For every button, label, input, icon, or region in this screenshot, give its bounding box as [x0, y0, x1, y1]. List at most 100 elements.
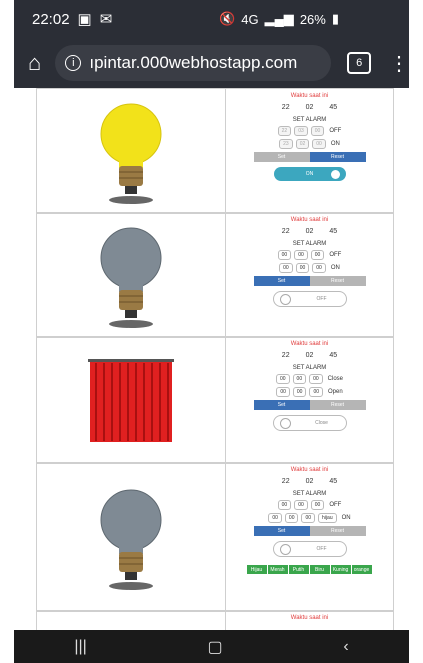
- battery-percent: 26%: [299, 11, 326, 27]
- set-alarm-label: SET ALARM: [292, 241, 327, 247]
- off-second-select[interactable]: 00: [310, 500, 325, 510]
- on-time-row: 00 00 00 ON: [279, 263, 340, 273]
- network-label: 4G: [241, 11, 259, 27]
- set-alarm-label: SET ALARM: [292, 365, 327, 371]
- on-minute-select[interactable]: 00: [284, 513, 299, 523]
- page-content: Waktu saat ini 22 02 45 SET ALARM 22 03 …: [14, 88, 409, 630]
- close-minute-select[interactable]: 00: [292, 374, 307, 384]
- open-second-select[interactable]: 00: [309, 387, 323, 397]
- color-select[interactable]: hijau: [318, 513, 337, 523]
- on-hour-select[interactable]: 00: [279, 263, 293, 273]
- alarm-controls: Waktu saat ini 22 02 45 SET ALARM 22 03 …: [226, 89, 393, 213]
- on-second-select[interactable]: 00: [301, 513, 316, 523]
- current-time-label: Waktu saat ini: [290, 217, 329, 223]
- mute-icon: 🔇: [219, 11, 236, 26]
- set-button[interactable]: Set: [253, 276, 310, 286]
- alarm-controls: Waktu saat ini 22 02 45 SET ALARM 00 00 …: [226, 213, 393, 337]
- on-hour-select[interactable]: 00: [268, 513, 282, 523]
- off-time-row: 22 03 00 OFF: [277, 126, 341, 136]
- on-hour-select[interactable]: 23: [279, 139, 293, 149]
- on-second-select[interactable]: 00: [312, 139, 326, 149]
- status-bar: 22:02 ▣ ✉ 🔇 4G ▂▄▆ 26% ▮: [14, 0, 409, 38]
- current-time-label: Waktu saat ini: [290, 615, 329, 621]
- tabs-button[interactable]: 6: [347, 52, 372, 74]
- power-toggle[interactable]: OFF: [272, 541, 347, 557]
- info-icon[interactable]: i: [65, 55, 82, 71]
- recent-apps-icon[interactable]: |||: [74, 638, 86, 656]
- off-hour-select[interactable]: 22: [277, 126, 292, 136]
- off-minute-select[interactable]: 00: [294, 250, 308, 260]
- on-second-select[interactable]: 00: [312, 263, 326, 273]
- current-time-label: Waktu saat ini: [290, 341, 329, 347]
- power-toggle[interactable]: ON: [273, 167, 346, 181]
- home-icon[interactable]: ⌂: [14, 50, 55, 76]
- right-margin: [409, 0, 423, 663]
- curtain-toggle[interactable]: Close: [272, 415, 347, 431]
- menu-dots-icon[interactable]: ⋮: [389, 51, 409, 76]
- set-alarm-label: SET ALARM: [292, 117, 327, 123]
- browser-toolbar: ⌂ i ıpintar.000webhostapp.com 6 ⋮: [14, 38, 409, 88]
- off-time-row: 00 00 00 OFF: [277, 500, 341, 510]
- reset-button[interactable]: Reset: [309, 152, 366, 162]
- device-row-curtain: Waktu saat ini 22 02 45 SET ALARM 00 00 …: [36, 336, 394, 464]
- current-time-label: Waktu saat ini: [290, 467, 329, 473]
- gallery-icon: ▣: [77, 11, 92, 28]
- close-time-row: 00 00 00 Close: [275, 374, 343, 384]
- current-clock: 22 02 45: [281, 352, 338, 359]
- off-second-select[interactable]: 00: [310, 250, 325, 260]
- off-hour-select[interactable]: 00: [277, 250, 292, 260]
- off-minute-select[interactable]: 03: [294, 126, 308, 136]
- current-time-label: Waktu saat ini: [290, 93, 329, 99]
- color-biru-button[interactable]: Biru: [309, 565, 331, 574]
- off-hour-select[interactable]: 00: [277, 500, 292, 510]
- alarm-controls: Waktu saat ini 22 02 45 SET ALARM 00 00 …: [226, 463, 393, 611]
- back-icon[interactable]: ‹: [343, 638, 348, 656]
- open-hour-select[interactable]: 00: [276, 387, 290, 397]
- device-row-lamp-2: Waktu saat ini 22 02 45 SET ALARM 00 00 …: [36, 212, 394, 338]
- on-minute-select[interactable]: 00: [295, 263, 310, 273]
- lamp-off-image: [37, 463, 226, 611]
- reset-button[interactable]: Reset: [309, 400, 366, 410]
- off-second-select[interactable]: 00: [310, 126, 325, 136]
- battery-icon: ▮: [331, 11, 339, 26]
- url-text: ıpintar.000webhostapp.com: [89, 53, 298, 72]
- current-clock: 22 02 45: [281, 228, 338, 235]
- left-margin: [0, 0, 14, 663]
- set-button[interactable]: Set: [253, 400, 310, 410]
- set-button[interactable]: Set: [253, 152, 310, 162]
- color-kuning-button[interactable]: Kuning: [330, 565, 352, 574]
- lamp-on-image: [37, 89, 226, 213]
- status-time: 22:02: [32, 10, 70, 28]
- device-row-lamp-1: Waktu saat ini 22 02 45 SET ALARM 22 03 …: [36, 88, 394, 214]
- set-alarm-label: SET ALARM: [292, 491, 327, 497]
- address-bar[interactable]: i ıpintar.000webhostapp.com: [55, 45, 332, 81]
- off-time-row: 00 00 00 OFF: [277, 250, 341, 260]
- power-toggle[interactable]: OFF: [272, 291, 347, 307]
- color-buttons: Hijau Merah Putih Biru Kuning orange: [246, 565, 373, 574]
- mail-icon: ✉: [99, 11, 113, 28]
- open-minute-select[interactable]: 00: [292, 387, 307, 397]
- device-row-partial: Waktu saat ini: [36, 610, 394, 630]
- android-nav-bar: ||| ▢ ‹: [14, 630, 409, 663]
- on-time-row: 00 00 00 hijau ON: [268, 513, 351, 523]
- device-row-lamp-3: Waktu saat ini 22 02 45 SET ALARM 00 00 …: [36, 462, 394, 612]
- color-merah-button[interactable]: Merah: [267, 565, 289, 574]
- color-orange-button[interactable]: orange: [351, 565, 373, 574]
- current-clock: 22 02 45: [281, 104, 338, 111]
- alarm-controls: Waktu saat ini 22 02 45 SET ALARM 00 00 …: [226, 337, 393, 463]
- home-nav-icon[interactable]: ▢: [208, 637, 223, 657]
- reset-button[interactable]: Reset: [309, 276, 366, 286]
- close-hour-select[interactable]: 00: [275, 374, 290, 384]
- on-time-row: 23 02 00 ON: [279, 139, 340, 149]
- color-hijau-button[interactable]: Hijau: [246, 565, 268, 574]
- signal-icon: ▂▄▆: [264, 11, 294, 26]
- off-minute-select[interactable]: 00: [294, 500, 308, 510]
- reset-button[interactable]: Reset: [309, 526, 366, 536]
- close-second-select[interactable]: 00: [309, 374, 323, 384]
- set-button[interactable]: Set: [253, 526, 310, 536]
- on-minute-select[interactable]: 02: [295, 139, 310, 149]
- current-clock: 22 02 45: [281, 478, 338, 485]
- color-putih-button[interactable]: Putih: [288, 565, 310, 574]
- curtain-image: [37, 337, 226, 463]
- open-time-row: 00 00 00 Open: [276, 387, 343, 397]
